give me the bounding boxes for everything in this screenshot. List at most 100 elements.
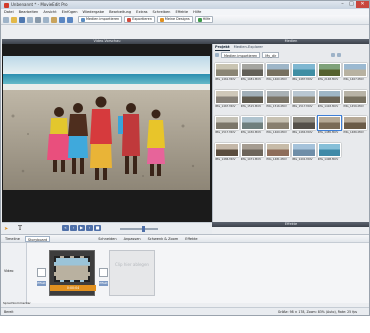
adjust-button[interactable]: Anpassen xyxy=(122,236,143,242)
thumbnail-caption: IMG_1471.MOV xyxy=(240,156,262,161)
thumbnail-caption: IMG_1430.MOV xyxy=(240,130,262,134)
maximize-button[interactable]: □ xyxy=(347,1,356,8)
storyboard-clip[interactable]: 0:00:04 xyxy=(49,250,96,296)
cut-icon[interactable] xyxy=(35,16,41,23)
thumbnail-caption: IMG_1517.MOV xyxy=(215,130,236,134)
thumbnail-caption: IMG_1515.MOV xyxy=(240,103,262,108)
import-icon xyxy=(81,17,85,22)
new-file-icon[interactable] xyxy=(3,16,9,23)
track-label: Video xyxy=(4,269,14,273)
clip-drop-placeholder[interactable]: Clip hier ablegen xyxy=(109,250,155,296)
media-thumbnail[interactable]: IMG_1517.MOV xyxy=(292,89,316,110)
media-thumbnail[interactable]: IMG_1481.MOV xyxy=(240,63,265,83)
thumbnail-caption: IMG_1498.MOV xyxy=(317,156,339,161)
folder-select[interactable]: My_dir xyxy=(262,52,280,58)
copy-icon[interactable] xyxy=(43,16,49,23)
thumbnail-image xyxy=(292,116,316,130)
media-thumbnail[interactable]: IMG_1460.MOV xyxy=(266,63,290,83)
thumbnail-caption: IMG_1517.MOV xyxy=(292,103,313,108)
open-folder-icon[interactable] xyxy=(11,16,17,23)
thumbnail-image xyxy=(292,89,316,104)
status-bar: Bereit Größe: 98 × 178, Zoom: 83% (Auto)… xyxy=(1,307,369,315)
designs-icon xyxy=(159,17,164,22)
media-toolbar: Medien importieren My_dir xyxy=(213,51,369,59)
media-thumbnail[interactable]: IMG_1418.MOV xyxy=(317,89,342,110)
media-thumbnail[interactable]: IMG_1491.MOV xyxy=(292,142,316,163)
my-designs-button[interactable]: Meine Designs xyxy=(156,16,193,23)
pointer-tool-icon[interactable]: ➤ xyxy=(4,226,8,232)
import-path-select[interactable]: Medien importieren xyxy=(221,52,261,58)
transition-badge: Effekt xyxy=(99,281,108,286)
media-thumbnail[interactable]: IMG_1469.MOV xyxy=(266,116,290,136)
thumbnail-caption: IMG_1481.MOV xyxy=(266,156,287,161)
media-thumbnail[interactable]: IMG_1481.MOV xyxy=(266,142,290,163)
thumbnail-image xyxy=(215,63,239,77)
media-thumbnail[interactable]: IMG_1471.MOV xyxy=(240,142,265,163)
back-icon[interactable] xyxy=(215,53,219,57)
transition-slot[interactable] xyxy=(37,268,46,277)
media-thumbnail[interactable]: IMG_1486.MOV xyxy=(343,116,367,136)
media-thumbnail[interactable]: IMG_1456.MOV xyxy=(343,89,367,110)
import-media-button[interactable]: Medien importieren xyxy=(78,16,123,23)
close-button[interactable]: ✕ xyxy=(356,1,369,8)
transition-badge: Effekt xyxy=(37,281,46,286)
help-icon xyxy=(197,17,202,22)
help-button[interactable]: Hilfe xyxy=(194,16,214,23)
timeline-toolbar: Timeline Storyboard Schneiden Anpassen S… xyxy=(1,234,369,243)
tab-timeline[interactable]: Timeline xyxy=(3,236,22,242)
export-button[interactable]: Exportieren xyxy=(124,16,155,23)
media-thumbnail[interactable]: IMG_1484.MOV xyxy=(292,116,316,136)
step-back-icon[interactable]: ‹ xyxy=(70,225,77,231)
media-thumbnail[interactable]: IMG_1516.MOV xyxy=(266,89,290,110)
text-tool-icon[interactable]: T xyxy=(18,225,22,232)
effects-button[interactable]: Effekte xyxy=(183,236,199,242)
pan-zoom-button[interactable]: Schwenk & Zoom xyxy=(146,236,181,242)
media-thumbnail[interactable]: IMG_1461.MOV xyxy=(215,63,239,83)
media-thumbnail[interactable]: IMG_2148.MOV xyxy=(317,63,342,83)
media-thumbnail[interactable]: IMG_1485.MOV xyxy=(316,115,343,136)
sort-icon[interactable] xyxy=(337,53,342,57)
step-forward-icon[interactable]: › xyxy=(86,225,93,231)
thumbnail-caption: IMG_1484.MOV xyxy=(292,130,313,134)
thumbnail-image xyxy=(266,63,290,77)
media-thumbnail[interactable]: IMG_1498.MOV xyxy=(317,142,342,163)
media-thumbnail[interactable]: IMG_1486.MOV xyxy=(215,142,239,163)
rewind-icon[interactable]: « xyxy=(62,225,69,231)
media-thumbnail[interactable]: IMG_1517.MOV xyxy=(215,116,239,136)
cut-button[interactable]: Schneiden xyxy=(96,236,118,242)
paste-icon[interactable] xyxy=(51,16,57,23)
thumbnail-image xyxy=(266,89,290,104)
slider-handle[interactable] xyxy=(142,226,145,232)
view-icon[interactable] xyxy=(331,53,336,57)
thumbnail-image xyxy=(240,142,265,157)
storyboard-sidebar: Video Sprachkommentar xyxy=(1,243,31,305)
thumbnail-image xyxy=(240,116,265,130)
app-logo-icon xyxy=(4,2,9,8)
playback-slider[interactable] xyxy=(120,228,158,230)
thumbnail-caption: IMG_2148.MOV xyxy=(317,77,339,81)
media-thumbnail[interactable]: IMG_1467.MOV xyxy=(215,89,239,110)
save-icon[interactable] xyxy=(19,16,25,23)
minimize-button[interactable]: – xyxy=(338,1,347,8)
thumbnail-image xyxy=(266,116,290,130)
play-icon[interactable]: ▶ xyxy=(78,225,85,231)
stop-icon[interactable]: ■ xyxy=(94,225,101,231)
redo-icon[interactable] xyxy=(67,16,73,23)
media-thumbnail[interactable]: IMG_1467.MOV xyxy=(343,63,367,83)
undo-icon[interactable] xyxy=(59,16,65,23)
thumbnail-image xyxy=(343,63,367,77)
thumbnail-caption: IMG_1485.MOV xyxy=(317,130,339,134)
tab-storyboard[interactable]: Storyboard xyxy=(24,235,51,242)
export-icon xyxy=(127,17,132,22)
main-toolbar: Medien importieren Exportieren Meine Des… xyxy=(1,15,369,25)
thumbnail-image xyxy=(317,63,342,77)
media-thumbnail[interactable]: IMG_1430.MOV xyxy=(240,116,265,136)
video-frame-image xyxy=(3,56,210,190)
thumbnail-image xyxy=(215,116,239,130)
thumbnail-image xyxy=(317,142,342,157)
media-thumbnail[interactable]: IMG_1487.MOV xyxy=(292,63,316,83)
media-thumbnail[interactable]: IMG_1515.MOV xyxy=(240,89,265,110)
print-icon[interactable] xyxy=(27,16,33,23)
thumbnail-image xyxy=(215,89,239,104)
transition-slot[interactable] xyxy=(99,268,108,277)
